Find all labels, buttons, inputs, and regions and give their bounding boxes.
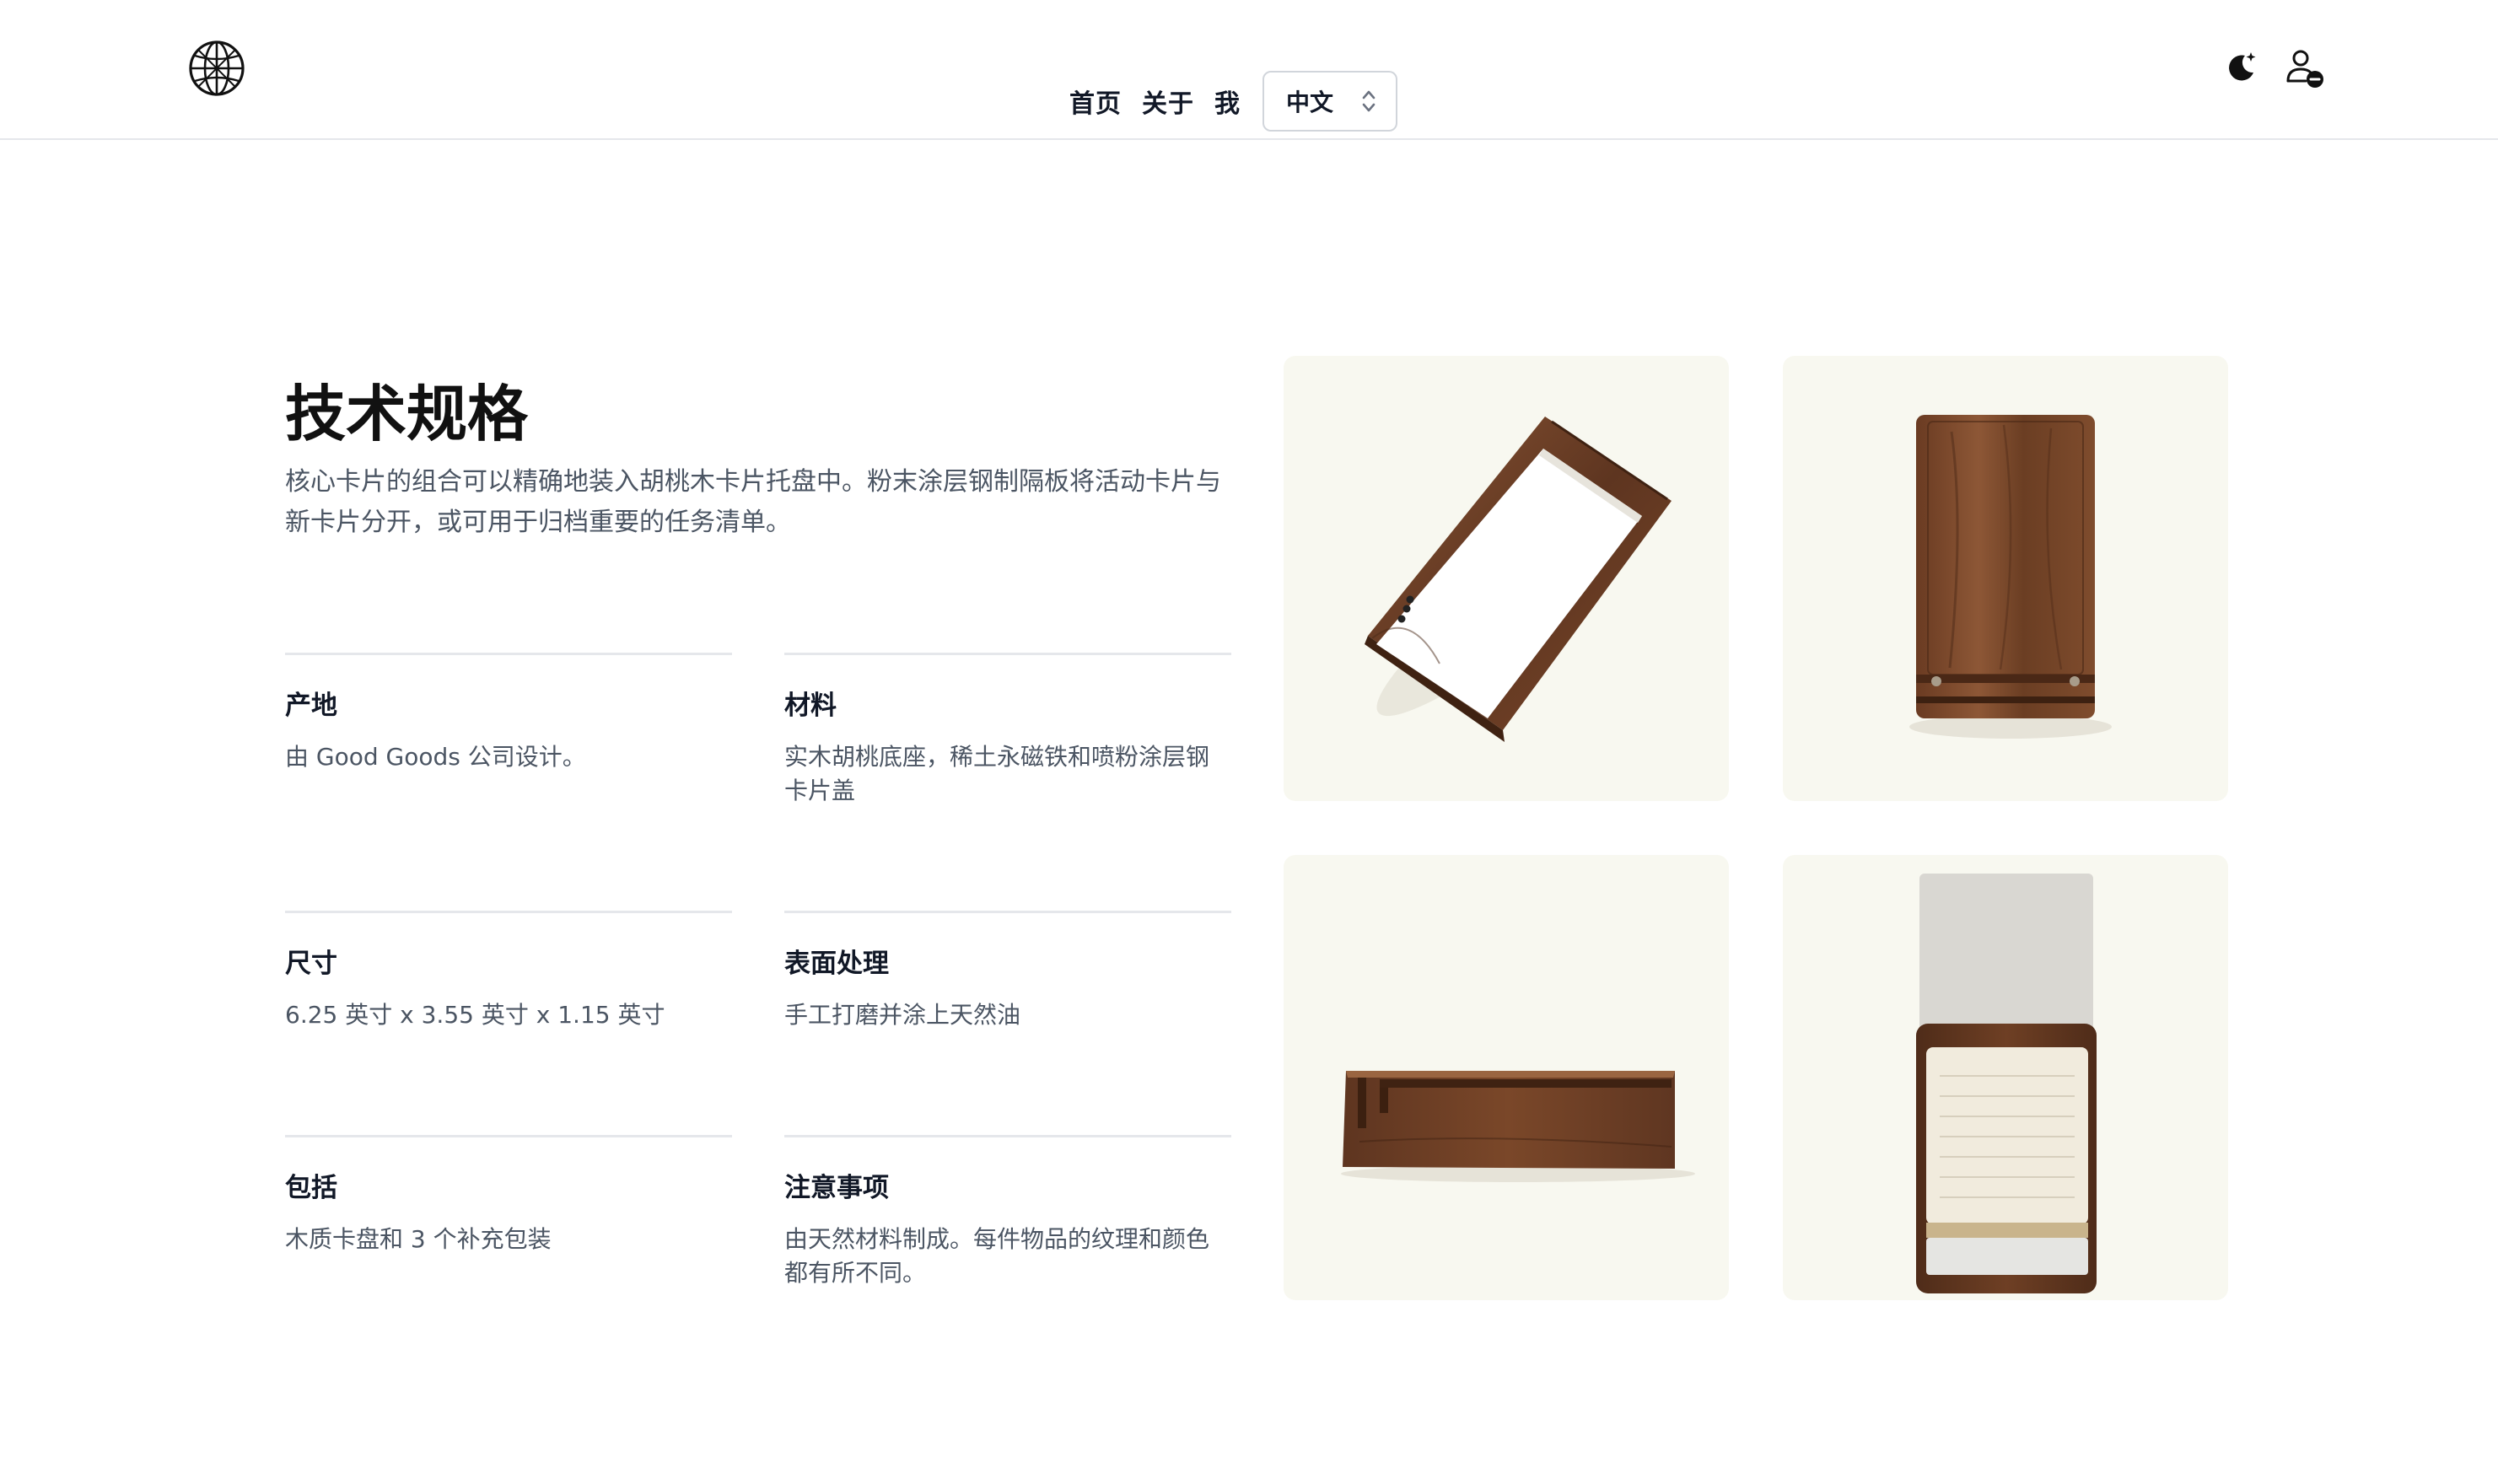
walnut-card-tray-side-image	[1284, 855, 1729, 1300]
spec-value: 由 Good Goods 公司设计。	[285, 743, 586, 771]
spec-value: 手工打磨并涂上天然油	[784, 1001, 1021, 1029]
spec-item-dimensions: 尺寸 6.25 英寸 x 3.55 英寸 x 1.15 英寸	[285, 911, 732, 1032]
nav-link-me[interactable]: 我	[1214, 83, 1241, 120]
language-select-value: 中文	[1286, 89, 1334, 116]
spec-label: 包括	[285, 1173, 337, 1203]
page-title: 技术规格	[285, 379, 529, 449]
spec-item-notes: 注意事项 由天然材料制成。每件物品的纹理和颜色都有所不同。	[784, 1135, 1231, 1290]
top-navigation-bar: 首页 关于 我 中文	[0, 0, 2498, 140]
moon-sparkle-icon[interactable]	[2223, 49, 2258, 84]
spec-item-finish: 表面处理 手工打磨并涂上天然油	[784, 911, 1231, 1032]
spec-label: 产地	[285, 691, 337, 721]
nav-link-about[interactable]: 关于	[1142, 83, 1194, 120]
spec-value: 由天然材料制成。每件物品的纹理和颜色都有所不同。	[784, 1225, 1210, 1287]
spec-value: 6.25 英寸 x 3.55 英寸 x 1.15 英寸	[285, 1001, 665, 1029]
spec-label: 尺寸	[285, 949, 337, 979]
walnut-card-tray-with-cards-image	[1783, 855, 2228, 1300]
language-select[interactable]: 中文	[1262, 71, 1397, 132]
spec-value: 木质卡盘和 3 个补充包装	[285, 1225, 552, 1253]
spec-item-origin: 产地 由 Good Goods 公司设计。	[285, 653, 732, 774]
nav-link-home[interactable]: 首页	[1069, 83, 1122, 120]
globe-logo-icon[interactable]	[187, 39, 246, 98]
spec-label: 表面处理	[784, 949, 889, 979]
walnut-card-tray-top-image	[1783, 356, 2228, 801]
user-minus-icon[interactable]	[2284, 47, 2326, 89]
spec-label: 材料	[784, 691, 837, 721]
spec-value: 实木胡桃底座，稀土永磁铁和喷粉涂层钢卡片盖	[784, 743, 1210, 804]
chevron-up-down-icon	[1360, 87, 1377, 116]
spec-label: 注意事项	[784, 1173, 889, 1203]
walnut-card-tray-angled-image	[1284, 356, 1729, 801]
main-nav: 首页 关于 我 中文	[1069, 71, 1397, 132]
spec-item-includes: 包括 木质卡盘和 3 个补充包装	[285, 1135, 732, 1256]
page-description: 核心卡片的组合可以精确地装入胡桃木卡片托盘中。粉末涂层钢制隔板将活动卡片与新卡片…	[285, 467, 1221, 537]
spec-item-material: 材料 实木胡桃底座，稀土永磁铁和喷粉涂层钢卡片盖	[784, 653, 1231, 808]
